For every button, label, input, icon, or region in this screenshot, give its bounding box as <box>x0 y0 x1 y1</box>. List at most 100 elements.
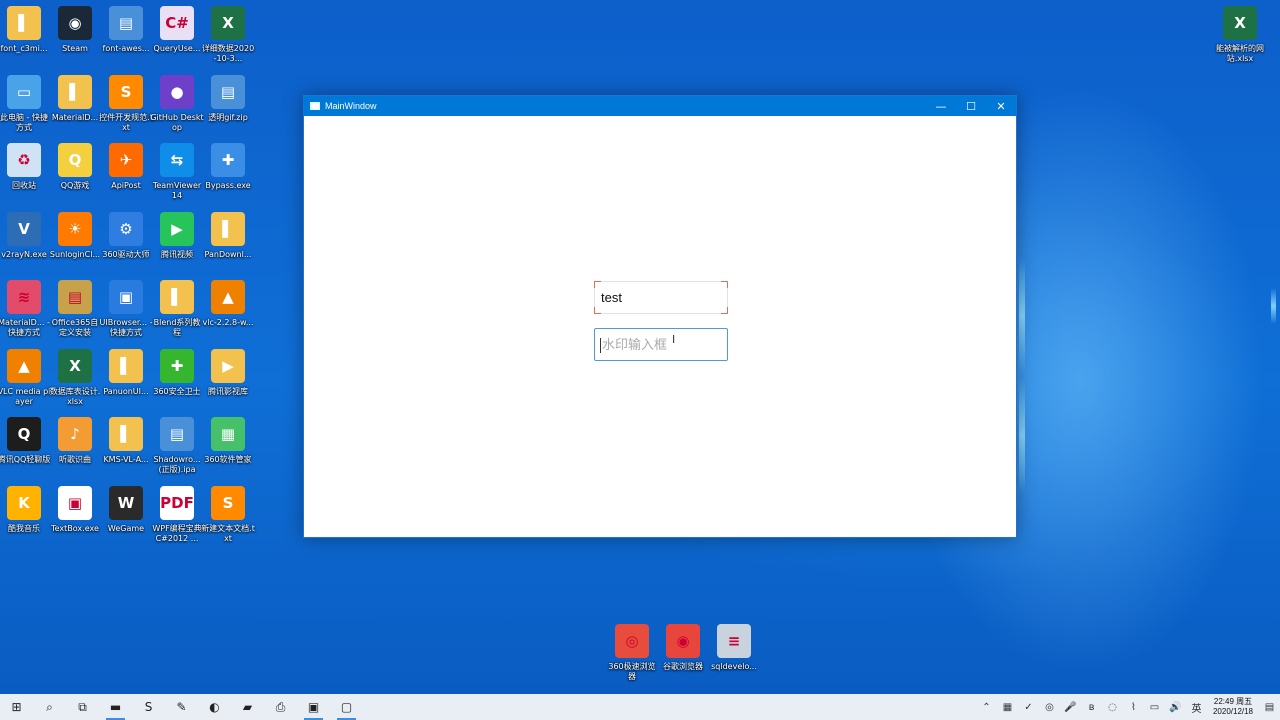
text-input[interactable]: test <box>594 281 728 314</box>
desktop-icon[interactable]: ▤ font-awes... <box>99 6 153 54</box>
desktop-icon[interactable]: ♪ 听歌识曲 <box>48 417 102 465</box>
desktop-icon[interactable]: Q QQ游戏 <box>48 143 102 191</box>
desktop-icon[interactable]: ▌ MaterialD... <box>48 74 102 123</box>
file-explorer-icon[interactable]: ▬ <box>99 694 132 720</box>
desktop-icon[interactable]: ▶ 腾讯视频 <box>150 211 204 260</box>
desktop-icon[interactable]: PDF WPF编程宝典C#2012 ... <box>150 485 204 544</box>
desktop-icon[interactable]: ✚ Bypass.exe <box>201 143 255 191</box>
wpf-app-icon[interactable]: ▣ <box>297 694 330 720</box>
desktop-icon[interactable]: W WeGame <box>99 485 153 534</box>
desktop-icon[interactable]: ▭ 此电脑 - 快捷方式 <box>0 74 51 133</box>
mic-icon[interactable]: 🎤 <box>1060 694 1081 720</box>
tray-app-icon[interactable]: ▦ <box>997 694 1018 720</box>
folder-icon: ▌ <box>58 74 92 109</box>
desktop-icon[interactable]: Vv2rayN.exe <box>0 211 51 260</box>
tray-expand-icon[interactable]: ⌃ <box>976 694 997 720</box>
window-app-icon[interactable]: ▢ <box>330 694 363 720</box>
windows-start-icon[interactable]: ⊞ <box>0 694 33 720</box>
desktop-icon[interactable]: X 数据库表设计.xlsx <box>48 348 102 407</box>
desktop-icon[interactable]: ⇆ TeamViewer 14 <box>150 143 204 201</box>
desktop-icon[interactable]: C# QueryUse... <box>150 6 204 54</box>
desktop-icon[interactable]: ▌ KMS-VL-A... <box>99 417 153 465</box>
ime-icon[interactable]: 英 <box>1186 694 1207 720</box>
desktop-icon-label: SunloginCl... <box>49 249 101 259</box>
tencent-video-icon: ▶ <box>160 211 194 246</box>
excel-icon: X <box>1223 6 1257 40</box>
desktop-icon[interactable]: ✚ 360安全卫士 <box>150 348 204 397</box>
gitkraken-icon[interactable]: ◐ <box>198 694 231 720</box>
clock-date: 2020/12/18 <box>1212 707 1254 716</box>
desktop-icon-label: 能被解析的网站.xlsx <box>1216 44 1264 63</box>
notification-center-icon[interactable]: ▤ <box>1259 694 1280 720</box>
desktop-icon[interactable]: ▌ PanDownl... <box>201 211 255 260</box>
tray-icons: ▦ ✓ ◎ 🎤 ʙ ◌ ⌇ ▭ 🔊 英 <box>997 694 1207 720</box>
minimize-button[interactable]: — <box>926 96 956 116</box>
network-icon[interactable]: ▭ <box>1144 694 1165 720</box>
desktop-icon[interactable]: K 酷我音乐 <box>0 485 51 534</box>
mic-icon: ♪ <box>58 417 92 451</box>
desktop-icon[interactable]: S 新建文本文档.txt <box>201 485 255 544</box>
volume-icon[interactable]: 🔊 <box>1165 694 1186 720</box>
desktop-icon[interactable]: ≡ sqldevelo... <box>707 624 761 672</box>
tray-red-icon[interactable]: ◌ <box>1102 694 1123 720</box>
desktop-icon-label: 360安全卫士 <box>153 386 201 396</box>
task-view-icon[interactable]: ⧉ <box>66 694 99 720</box>
desktop-icon[interactable]: ▌ font_c3mi... <box>0 6 51 54</box>
desktop-icon[interactable]: ▲ VLC media player <box>0 348 51 407</box>
desktop-icon[interactable]: X 详细数据2020-10-3... <box>201 6 255 64</box>
teamviewer-icon: ⇆ <box>160 143 194 177</box>
bluetooth-icon[interactable]: ʙ <box>1081 694 1102 720</box>
desktop-icon[interactable]: X 能被解析的网站.xlsx <box>1213 6 1267 64</box>
pen-tool-icon[interactable]: ✎ <box>165 694 198 720</box>
desktop-icon[interactable]: ✈ ApiPost <box>99 143 153 191</box>
desktop-icon-label: 听歌识曲 <box>59 455 91 464</box>
desktop-icon[interactable]: ▌ PanuonUI... <box>99 348 153 397</box>
clock[interactable]: 22:49 周五 2020/12/18 <box>1207 697 1259 717</box>
desktop-icon[interactable]: ▦ 360软件管家 <box>201 417 255 465</box>
desktop-icon-label: 腾讯影视库 <box>208 386 248 396</box>
desktop-icon[interactable]: ▤ Shadowro... (正版).ipa <box>150 417 204 475</box>
archive-icon: ▤ <box>109 6 143 40</box>
desktop-icon[interactable]: Q 腾讯QQ轻聊版 <box>0 417 51 465</box>
focus-corner <box>721 307 728 314</box>
maximize-button[interactable]: ☐ <box>956 96 986 116</box>
vlc-icon: ▲ <box>211 280 245 314</box>
sublime-icon[interactable]: S <box>132 694 165 720</box>
printer-icon[interactable]: ⎙ <box>264 694 297 720</box>
watermark-placeholder: 水印输入框 <box>602 337 668 352</box>
wifi-icon[interactable]: ⌇ <box>1123 694 1144 720</box>
desktop-icon[interactable]: ≋ MaterialD... - 快捷方式 <box>0 280 51 338</box>
desktop-icon-label: GitHub Desktop <box>150 112 204 132</box>
desktop-icon[interactable]: ● GitHub Desktop <box>150 74 204 133</box>
sublime-icon: S <box>211 485 245 520</box>
desktop-icon[interactable]: ⚙ 360驱动大师 <box>99 211 153 260</box>
desktop-icon-label: 透明gif.zip <box>208 112 248 122</box>
tray-360-icon[interactable]: ◎ <box>1039 694 1060 720</box>
desktop-icon[interactable]: ♻ 回收站 <box>0 143 51 191</box>
desktop-icon[interactable]: ▤ Office365自定义安装 <box>48 280 102 338</box>
desktop-icon[interactable]: ▌ Blend系列教程 <box>150 280 204 338</box>
desktop-icon-label: MaterialD... - 快捷方式 <box>0 318 50 337</box>
desktop-icon[interactable]: ◉ 谷歌浏览器 <box>656 624 710 672</box>
desktop-icon[interactable]: ☀ SunloginCl... <box>48 211 102 260</box>
window-titlebar[interactable]: MainWindow — ☐ ✕ <box>304 96 1016 116</box>
desktop-icon[interactable]: ▤ 透明gif.zip <box>201 74 255 123</box>
close-button[interactable]: ✕ <box>986 96 1016 116</box>
ibeam-cursor-icon: I <box>672 333 676 346</box>
watermark-input[interactable]: 水印输入框 <box>594 328 728 361</box>
folder-icon: ▌ <box>7 6 41 40</box>
app-red-icon[interactable]: ▰ <box>231 694 264 720</box>
desktop-icon[interactable]: ◎ 360极速浏览器 <box>605 624 659 682</box>
search-icon[interactable]: ⌕ <box>33 694 66 720</box>
desktop-icon[interactable]: ▶ 腾讯影视库 <box>201 348 255 397</box>
desktop-icon[interactable]: ▣ TextBox.exe <box>48 485 102 534</box>
desktop-icon[interactable]: ▲ vlc-2.2.8-w... <box>201 280 255 328</box>
desktop-icon[interactable]: S 控件开发规范.txt <box>99 74 153 133</box>
360-browser-icon: ◎ <box>615 624 649 658</box>
desktop-icon[interactable]: ▣ UIBrowser... - 快捷方式 <box>99 280 153 338</box>
folder-icon: ▌ <box>109 348 143 383</box>
desktop-icon[interactable]: ◉ Steam <box>48 6 102 54</box>
focus-corner <box>594 307 601 314</box>
window-app-icon: ▣ <box>109 280 143 314</box>
tray-check-icon[interactable]: ✓ <box>1018 694 1039 720</box>
